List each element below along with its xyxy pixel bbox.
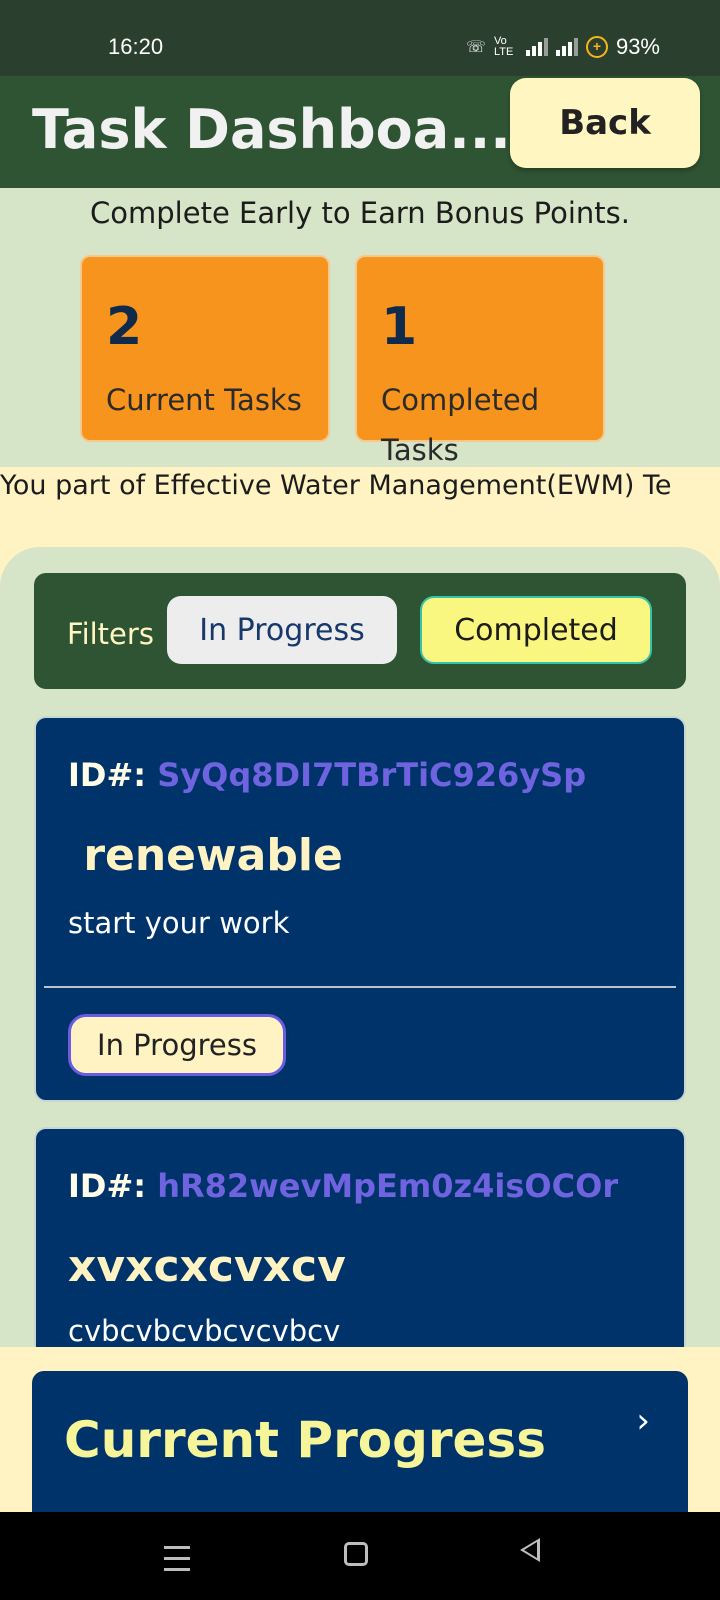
task-description: cvbcvbcvbcvcvbcv	[68, 1314, 341, 1348]
completed-tasks-count: 1	[381, 297, 418, 357]
task-id-label: ID#:	[68, 1167, 147, 1205]
completed-tasks-label: Completed Tasks	[381, 383, 540, 467]
task-card[interactable]: ID#: SyQq8DI7TBrTiC926ySp renewable star…	[34, 716, 686, 1102]
completed-tasks-card: 1 Completed Tasks	[355, 255, 605, 467]
task-id: ID#: hR82wevMpEm0z4isOCOr	[68, 1167, 618, 1205]
signal-icon	[555, 38, 578, 56]
filters-bar: Filters In Progress Completed	[34, 573, 686, 689]
status-icons: ☏ Vo LTE + 93%	[466, 34, 660, 60]
team-marquee: You part of Effective Water Management(E…	[0, 470, 672, 501]
task-status-badge[interactable]: In Progress	[68, 1014, 286, 1076]
back-button[interactable]: Back	[510, 78, 700, 168]
filter-completed-button[interactable]: Completed	[420, 596, 652, 664]
back-nav-icon[interactable]	[520, 1538, 540, 1562]
task-description: start your work	[68, 906, 290, 940]
current-tasks-count: 2	[106, 297, 143, 357]
bonus-text: Complete Early to Earn Bonus Points.	[90, 196, 630, 230]
current-progress-title: Current Progress	[64, 1411, 546, 1469]
app-bar: Task Dashboa... Back	[0, 76, 720, 188]
filter-in-progress-button[interactable]: In Progress	[167, 596, 397, 664]
status-time: 16:20	[108, 34, 164, 59]
current-tasks-label: Current Tasks	[106, 383, 302, 417]
current-tasks-card: 2 Current Tasks	[80, 255, 330, 442]
current-progress-card[interactable]: Current Progress ›	[32, 1371, 688, 1521]
task-name: xvxcxcvxcv	[68, 1241, 346, 1292]
task-id-value: hR82wevMpEm0z4isOCOr	[157, 1167, 619, 1205]
status-bar: 16:20 ☏ Vo LTE + 93%	[0, 0, 720, 76]
task-id: ID#: SyQq8DI7TBrTiC926ySp	[68, 756, 586, 794]
chevron-right-icon[interactable]: ›	[636, 1401, 650, 1441]
filters-label: Filters	[67, 617, 154, 651]
task-id-value: SyQq8DI7TBrTiC926ySp	[157, 756, 587, 794]
volte-label: Vo LTE	[493, 35, 514, 58]
task-id-label: ID#:	[68, 756, 147, 794]
recents-icon[interactable]	[164, 1546, 190, 1579]
battery-percent: 93%	[615, 34, 660, 59]
page-title: Task Dashboa...	[32, 98, 511, 161]
card-divider	[44, 986, 676, 988]
signal-icon	[525, 38, 548, 56]
home-icon[interactable]	[344, 1542, 368, 1566]
task-name: renewable	[68, 830, 343, 881]
battery-saver-icon: +	[585, 36, 608, 58]
wifi-call-icon: ☏	[465, 39, 486, 56]
